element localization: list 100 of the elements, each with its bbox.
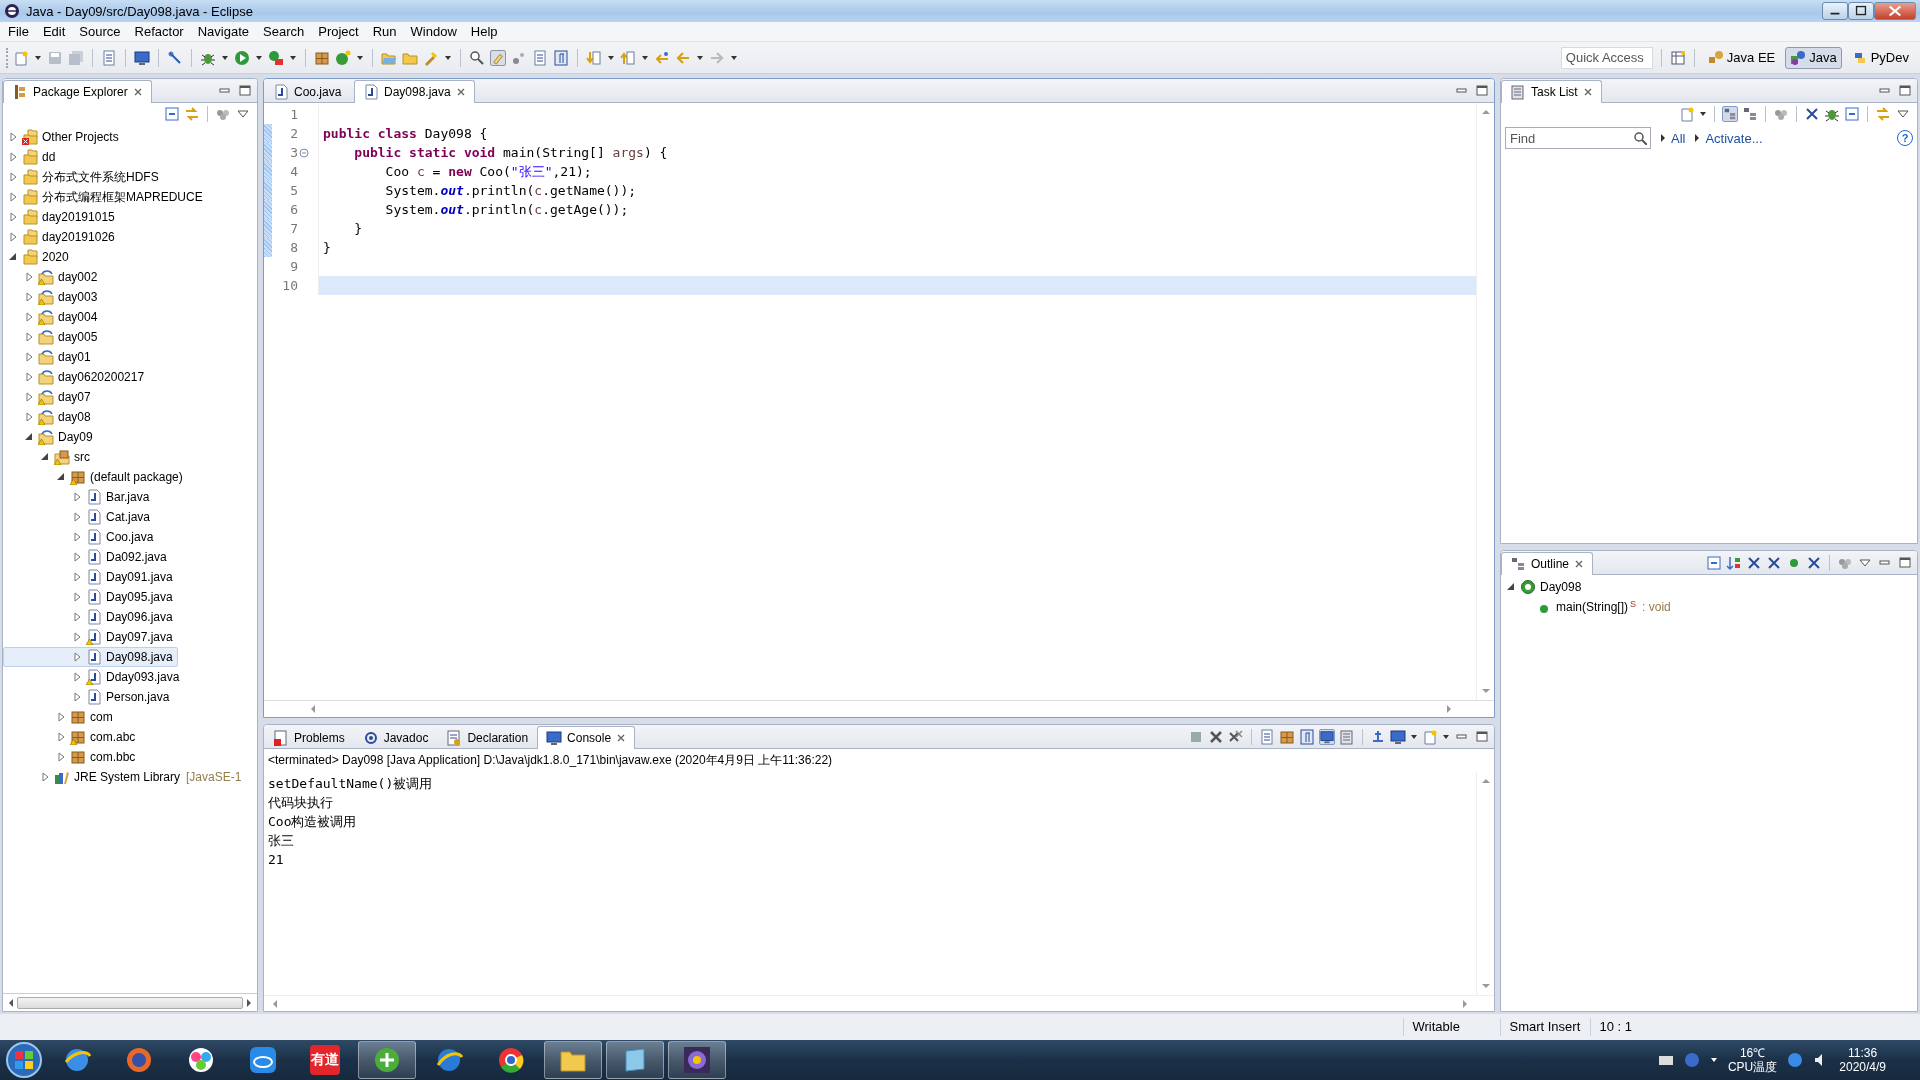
filter-link[interactable]: Activate... [1693, 130, 1763, 146]
maximize-icon[interactable] [1897, 554, 1913, 571]
remove-launch-icon[interactable] [1208, 728, 1224, 745]
view-tab[interactable]: Console [537, 726, 636, 749]
collapsed-arrow-icon[interactable] [72, 691, 82, 703]
tree-item[interactable]: Day097.java [3, 627, 178, 647]
tree-item[interactable]: Coo.java [3, 527, 159, 547]
tree-item[interactable]: 分布式编程框架MAPREDUCE [3, 187, 208, 207]
tree-item[interactable]: dd [3, 147, 61, 167]
start-button-icon[interactable] [4, 1041, 44, 1079]
expanded-arrow-icon[interactable] [24, 431, 34, 443]
collapsed-arrow-icon[interactable] [24, 371, 34, 383]
document-icon[interactable] [101, 49, 117, 66]
scroll-down-icon[interactable] [1480, 686, 1491, 696]
menu-item[interactable]: Project [312, 22, 367, 41]
chrome-icon[interactable] [496, 1045, 526, 1075]
collapsed-arrow-icon[interactable] [72, 591, 82, 603]
perspective-button[interactable]: PyDev [1846, 46, 1914, 69]
tree-item[interactable]: day003 [3, 287, 103, 307]
collapsed-arrow-icon[interactable] [56, 711, 66, 723]
tree-item[interactable]: src [3, 447, 95, 467]
menu-item[interactable]: File [2, 22, 37, 41]
maximize-icon[interactable] [1474, 728, 1490, 745]
back-arrow-icon[interactable] [675, 49, 691, 66]
perspective-button[interactable]: Java [1785, 46, 1842, 69]
collapsed-arrow-icon[interactable] [72, 551, 82, 563]
swirl-icon[interactable] [186, 1045, 216, 1075]
menu-item[interactable]: Edit [36, 22, 74, 41]
tree-item[interactable]: day01 [3, 347, 96, 367]
find-field[interactable]: Find [1505, 127, 1651, 149]
collapse-all-icon[interactable] [1844, 106, 1860, 122]
clock[interactable]: 11:36 2020/4/9 [1839, 1046, 1886, 1074]
view-tab[interactable]: Package Explorer [3, 80, 152, 103]
up-arrow-icon[interactable] [620, 49, 636, 66]
view-tab[interactable]: Javadoc [353, 726, 438, 748]
close-icon[interactable] [1582, 87, 1593, 97]
firefox-icon[interactable] [124, 1045, 154, 1075]
synchronize-icon[interactable] [1875, 106, 1891, 122]
close-icon[interactable] [1874, 2, 1916, 20]
tree-item[interactable]: Other Projects [3, 127, 124, 147]
expanded-arrow-icon[interactable] [40, 451, 50, 463]
collapsed-arrow-icon[interactable] [40, 771, 50, 783]
scroll-down-icon[interactable] [1480, 981, 1491, 991]
tree-item[interactable]: Bar.java [3, 487, 155, 507]
tree-item[interactable]: Person.java [3, 687, 175, 707]
collapsed-arrow-icon[interactable] [72, 671, 82, 683]
new-file-icon[interactable] [13, 49, 29, 66]
quick-access-field[interactable]: Quick Access [1560, 46, 1653, 69]
collapsed-arrow-icon[interactable] [24, 331, 34, 343]
tree-item[interactable]: main(String[]) $^{S}$ : void [1501, 597, 1676, 617]
tree-item[interactable]: Day091.java [3, 567, 178, 587]
tree-item[interactable]: Day09 [3, 427, 98, 447]
view-tab[interactable]: Day098.java [354, 80, 475, 103]
cloud-icon[interactable] [248, 1045, 278, 1075]
tree-item[interactable]: day07 [3, 387, 96, 407]
categorized-icon[interactable] [1722, 106, 1738, 122]
menu-item[interactable]: Search [257, 22, 313, 41]
maximize-icon[interactable] [1474, 82, 1490, 99]
plus-circle-icon[interactable] [372, 1045, 402, 1075]
tree-item[interactable]: (default package) [3, 467, 188, 487]
collapsed-arrow-icon[interactable] [24, 351, 34, 363]
view-tab[interactable]: Outline [1501, 552, 1594, 575]
menu-item[interactable]: Source [73, 22, 129, 41]
scroll-up-icon[interactable] [1480, 107, 1491, 117]
document-icon[interactable] [532, 49, 548, 66]
close-icon[interactable] [1574, 559, 1585, 569]
collapsed-arrow-icon[interactable] [8, 231, 18, 243]
collapsed-arrow-icon[interactable] [72, 491, 82, 503]
highlight-icon[interactable] [490, 49, 506, 66]
collapsed-arrow-icon[interactable] [72, 571, 82, 583]
tree-item[interactable]: 分布式文件系统HDFS [3, 167, 164, 187]
tree-item[interactable]: Day096.java [3, 607, 178, 627]
maximize-icon[interactable] [1897, 82, 1913, 99]
package-icon[interactable] [314, 49, 330, 66]
tree-item[interactable]: day002 [3, 267, 103, 287]
minimize-icon[interactable] [1822, 2, 1848, 20]
display-console-icon[interactable] [1390, 728, 1406, 745]
run-icon[interactable] [234, 49, 250, 66]
run-tool-icon[interactable] [268, 49, 284, 66]
back-arrow-icon[interactable] [654, 49, 670, 66]
tree-item[interactable]: JRE System Library [JavaSE-1 [3, 767, 247, 787]
tree-item[interactable]: day08 [3, 407, 96, 427]
paragraph-icon[interactable] [553, 49, 569, 66]
tree-item[interactable]: Dday093.java [3, 667, 185, 687]
tree-item[interactable]: day005 [3, 327, 103, 347]
tree-item[interactable]: Da092.java [3, 547, 172, 567]
tree-item[interactable]: 2020 [3, 247, 74, 267]
menu-item[interactable]: Window [404, 22, 465, 41]
collapsed-arrow-icon[interactable] [72, 651, 82, 663]
tree-item[interactable]: com.bbc [3, 747, 141, 767]
collapsed-arrow-icon[interactable] [8, 151, 18, 163]
menu-item[interactable]: Refactor [128, 22, 192, 41]
down-arrow-icon[interactable] [586, 49, 602, 66]
sort-icon[interactable] [1726, 554, 1742, 571]
close-icon[interactable] [455, 87, 466, 97]
maximize-icon[interactable] [1848, 2, 1874, 20]
collapsed-arrow-icon[interactable] [56, 731, 66, 743]
collapsed-arrow-icon[interactable] [8, 191, 18, 203]
tree-item[interactable]: day20191026 [3, 227, 120, 247]
monitor-icon[interactable] [134, 49, 150, 66]
